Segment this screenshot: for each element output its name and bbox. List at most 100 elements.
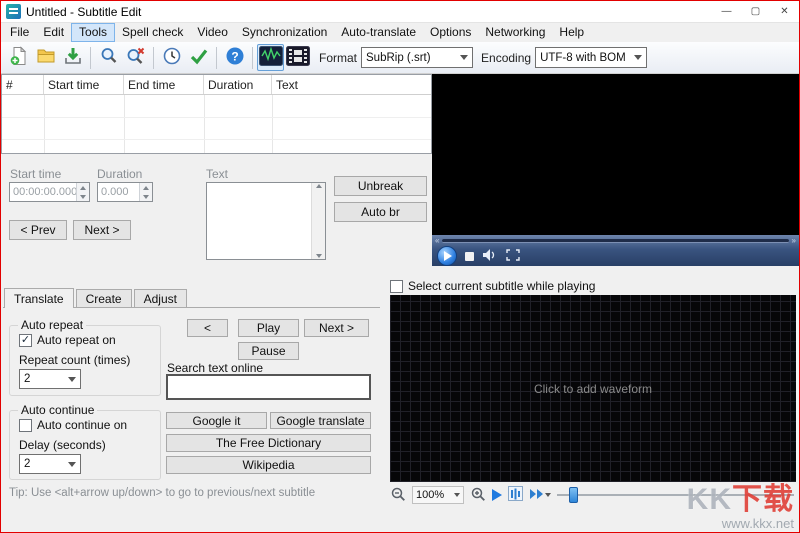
auto-continue-group: Auto continue Auto continue on Delay (se… <box>9 403 161 480</box>
free-dictionary-button[interactable]: The Free Dictionary <box>166 434 371 452</box>
column-header-start-time[interactable]: Start time <box>44 75 124 94</box>
unbreak-button[interactable]: Unbreak <box>334 176 427 196</box>
arrow-down-icon <box>143 194 149 199</box>
scroll-down-icon <box>315 254 322 258</box>
play-button[interactable]: Play <box>238 319 299 337</box>
next-subtitle-button[interactable]: Next > <box>73 220 131 240</box>
tab-translate[interactable]: Translate <box>4 288 74 308</box>
menu-spell-check[interactable]: Spell check <box>115 23 190 42</box>
subtitle-list[interactable]: # Start time End time Duration Text <box>1 74 432 154</box>
video-player[interactable]: « » <box>432 74 799 266</box>
playback-speed-icon[interactable] <box>529 487 551 504</box>
select-subtitle-checkbox[interactable] <box>390 279 403 293</box>
encoding-select[interactable]: UTF-8 with BOM <box>535 47 648 68</box>
column-header-end-time[interactable]: End time <box>124 75 204 94</box>
auto-br-button[interactable]: Auto br <box>334 202 427 222</box>
new-subtitle-button[interactable] <box>5 44 32 71</box>
row-divider <box>2 139 431 140</box>
toolbar-separator <box>153 46 154 69</box>
chevron-down-icon <box>68 461 76 467</box>
auto-repeat-checkbox[interactable]: ✓ <box>19 333 32 347</box>
zoom-in-icon[interactable] <box>470 486 486 505</box>
rewind-icon[interactable]: « <box>435 236 439 245</box>
spinner-arrows[interactable] <box>76 183 89 201</box>
auto-continue-checkbox[interactable] <box>19 418 32 432</box>
tab-adjust[interactable]: Adjust <box>133 289 187 308</box>
app-icon <box>6 4 21 19</box>
auto-repeat-checkbox-row[interactable]: ✓ Auto repeat on <box>19 333 116 347</box>
menu-tools[interactable]: Tools <box>71 23 116 42</box>
duration-label: Duration <box>97 167 143 181</box>
close-button[interactable]: ✕ <box>770 1 799 23</box>
select-subtitle-checkbox-row[interactable]: Select current subtitle while playing <box>390 279 595 293</box>
delay-select[interactable]: 2 <box>19 454 81 474</box>
video-progress-bar[interactable]: « » <box>432 235 799 246</box>
auto-continue-checkbox-row[interactable]: Auto continue on <box>19 418 127 432</box>
subtitle-text-box <box>206 182 326 260</box>
waveform-view-toggle-icon[interactable] <box>508 486 523 504</box>
show-waveform-button[interactable] <box>257 44 284 71</box>
menu-edit[interactable]: Edit <box>36 23 71 42</box>
save-button[interactable] <box>59 44 86 71</box>
show-video-button[interactable] <box>284 44 311 71</box>
find-button[interactable] <box>95 44 122 71</box>
waveform-area[interactable]: Click to add waveform <box>390 295 796 482</box>
svg-text:?: ? <box>231 50 238 64</box>
pause-button[interactable]: Pause <box>238 342 299 360</box>
subtitle-edit-window: Untitled - Subtitle Edit — ▢ ✕ File Edit… <box>0 0 800 533</box>
open-file-button[interactable] <box>32 44 59 71</box>
replace-button[interactable] <box>122 44 149 71</box>
menu-synchronization[interactable]: Synchronization <box>235 23 334 42</box>
menu-file[interactable]: File <box>3 23 36 42</box>
slider-track[interactable] <box>557 494 794 496</box>
waveform-play-button[interactable] <box>492 489 502 501</box>
start-time-input[interactable]: 00:00:00.000 <box>9 182 90 202</box>
fix-common-errors-button[interactable] <box>158 44 185 71</box>
column-divider <box>44 95 45 153</box>
zoom-out-icon[interactable] <box>390 486 406 505</box>
minimize-button[interactable]: — <box>712 1 741 23</box>
search-input[interactable] <box>166 374 371 400</box>
zoom-level-select[interactable]: 100% <box>412 486 464 504</box>
google-it-button[interactable]: Google it <box>166 412 267 429</box>
slider-thumb[interactable] <box>569 487 578 503</box>
tab-create[interactable]: Create <box>75 289 132 308</box>
spinner-arrows[interactable] <box>139 183 152 201</box>
forward-icon[interactable]: » <box>792 236 796 245</box>
toolbar-separator <box>252 46 253 69</box>
delay-label: Delay (seconds) <box>19 438 106 452</box>
fullscreen-icon[interactable] <box>506 248 520 264</box>
waveform-icon <box>258 46 283 69</box>
menu-video[interactable]: Video <box>190 23 234 42</box>
menu-options[interactable]: Options <box>423 23 478 42</box>
next-button[interactable]: Next > <box>304 319 369 337</box>
text-scrollbar[interactable] <box>311 183 325 259</box>
previous-button[interactable]: < <box>187 319 228 337</box>
prev-subtitle-button[interactable]: < Prev <box>9 220 67 240</box>
waveform-scroll-slider[interactable] <box>557 486 794 504</box>
play-icon <box>444 251 452 261</box>
volume-icon[interactable] <box>482 248 498 265</box>
duration-input[interactable]: 0.000 <box>97 182 153 202</box>
google-translate-button[interactable]: Google translate <box>270 412 371 429</box>
spell-check-button[interactable] <box>185 44 212 71</box>
column-header-duration[interactable]: Duration <box>204 75 272 94</box>
open-folder-icon <box>36 46 56 69</box>
maximize-button[interactable]: ▢ <box>741 1 770 23</box>
video-play-button[interactable] <box>437 246 457 266</box>
tab-strip: Translate Create Adjust <box>4 288 189 308</box>
column-header-text[interactable]: Text <box>272 75 431 94</box>
format-select[interactable]: SubRip (.srt) <box>361 47 474 68</box>
help-button[interactable]: ? <box>221 44 248 71</box>
subtitle-text-input[interactable] <box>207 183 311 259</box>
video-stop-button[interactable] <box>465 251 474 261</box>
waveform-placeholder: Click to add waveform <box>533 381 653 396</box>
column-header-number[interactable]: # <box>2 75 44 94</box>
menu-help[interactable]: Help <box>552 23 591 42</box>
seek-track[interactable] <box>442 238 789 243</box>
wikipedia-button[interactable]: Wikipedia <box>166 456 371 474</box>
menu-bar: File Edit Tools Spell check Video Synchr… <box>1 23 799 42</box>
repeat-count-select[interactable]: 2 <box>19 369 81 389</box>
menu-auto-translate[interactable]: Auto-translate <box>334 23 423 42</box>
menu-networking[interactable]: Networking <box>478 23 552 42</box>
